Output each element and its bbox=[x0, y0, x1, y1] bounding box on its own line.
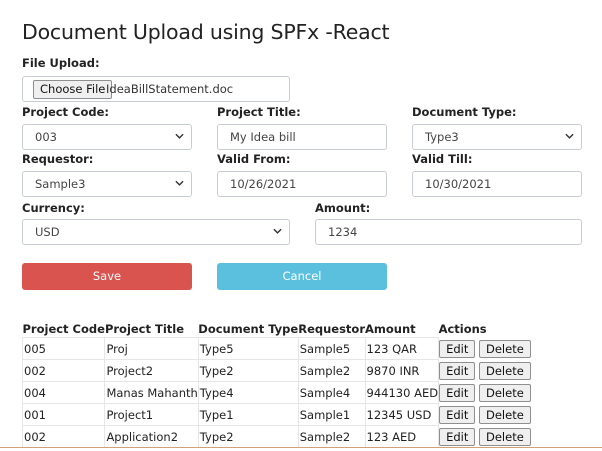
column-header-requestor: Requestor bbox=[298, 321, 366, 336]
document-type-label: Document Type: bbox=[412, 105, 517, 119]
requestor-label: Requestor: bbox=[22, 152, 94, 166]
table-header-row: Project Code Project Title Document Type… bbox=[23, 320, 533, 338]
edit-button[interactable]: Edit bbox=[439, 405, 476, 424]
valid-till-input[interactable]: 10/30/2021 bbox=[412, 171, 582, 197]
column-header-amount: Amount bbox=[365, 321, 416, 336]
currency-label: Currency: bbox=[22, 201, 85, 215]
project-title-value: My Idea bill bbox=[230, 130, 296, 144]
document-type-select[interactable]: Type3 bbox=[412, 124, 582, 150]
cell-document-type: Type4 bbox=[197, 381, 299, 404]
amount-value: 1234 bbox=[328, 225, 358, 239]
save-button[interactable]: Save bbox=[22, 263, 192, 290]
edit-button[interactable]: Edit bbox=[439, 361, 476, 380]
chevron-down-icon bbox=[175, 180, 184, 186]
cell-amount: 123 AED bbox=[364, 425, 440, 448]
selected-file-name: IdeaBillStatement.doc bbox=[106, 82, 234, 96]
chevron-down-icon bbox=[565, 133, 574, 139]
cell-actions: Edit Delete bbox=[439, 426, 533, 448]
bottom-divider bbox=[0, 447, 602, 448]
amount-label: Amount: bbox=[315, 201, 371, 215]
cell-actions: Edit Delete bbox=[439, 360, 533, 382]
table-row: 005 Proj Type5 Sample5 123 QAR Edit Dele… bbox=[21, 337, 533, 360]
column-header-actions: Actions bbox=[438, 321, 487, 336]
cell-project-code: 004 bbox=[21, 381, 106, 404]
cell-document-type: Type2 bbox=[197, 425, 299, 448]
choose-file-button[interactable]: Choose File bbox=[33, 80, 113, 99]
column-header-project-title: Project Title bbox=[104, 321, 185, 336]
cell-requestor: Sample4 bbox=[297, 381, 366, 404]
cell-requestor: Sample2 bbox=[297, 425, 366, 448]
table-row: 002 Project2 Type2 Sample2 9870 INR Edit… bbox=[21, 359, 533, 382]
cell-actions: Edit Delete bbox=[439, 404, 533, 426]
cell-project-title: Project1 bbox=[104, 403, 199, 426]
cell-project-title: Proj bbox=[104, 337, 199, 360]
cell-actions: Edit Delete bbox=[439, 382, 533, 404]
edit-button[interactable]: Edit bbox=[439, 339, 476, 358]
cell-requestor: Sample2 bbox=[297, 359, 366, 382]
cell-project-code: 005 bbox=[21, 337, 106, 360]
file-upload-input[interactable]: Choose File IdeaBillStatement.doc bbox=[22, 76, 290, 102]
cell-amount: 9870 INR bbox=[364, 359, 440, 382]
valid-from-input[interactable]: 10/26/2021 bbox=[217, 171, 387, 197]
cell-amount: 123 QAR bbox=[364, 337, 440, 360]
delete-button[interactable]: Delete bbox=[479, 383, 531, 402]
project-title-label: Project Title: bbox=[217, 105, 301, 119]
column-header-document-type: Document Type bbox=[198, 321, 299, 336]
cell-amount: 944130 AED bbox=[364, 381, 440, 404]
chevron-down-icon bbox=[175, 133, 184, 139]
valid-from-value: 10/26/2021 bbox=[230, 177, 297, 191]
project-code-value: 003 bbox=[35, 130, 57, 144]
delete-button[interactable]: Delete bbox=[479, 405, 531, 424]
valid-till-value: 10/30/2021 bbox=[425, 177, 492, 191]
requestor-select[interactable]: Sample3 bbox=[22, 171, 192, 197]
edit-button[interactable]: Edit bbox=[439, 383, 476, 402]
cell-actions: Edit Delete bbox=[439, 338, 533, 360]
cell-requestor: Sample1 bbox=[297, 403, 366, 426]
cell-amount: 12345 USD bbox=[364, 403, 440, 426]
edit-button[interactable]: Edit bbox=[439, 427, 476, 446]
column-header-project-code: Project Code bbox=[22, 321, 105, 336]
chevron-down-icon bbox=[273, 228, 282, 234]
cell-requestor: Sample5 bbox=[297, 337, 366, 360]
cell-project-title: Project2 bbox=[104, 359, 199, 382]
table-row: 002 Application2 Type2 Sample2 123 AED E… bbox=[21, 425, 533, 448]
cell-project-code: 002 bbox=[21, 425, 106, 448]
cell-project-title: Application2 bbox=[104, 425, 199, 448]
project-title-input[interactable]: My Idea bill bbox=[217, 124, 387, 150]
table-row: 004 Manas Mahanth Type4 Sample4 944130 A… bbox=[21, 381, 533, 404]
cell-project-title: Manas Mahanth bbox=[104, 381, 199, 404]
file-upload-label: File Upload: bbox=[22, 56, 100, 70]
project-code-select[interactable]: 003 bbox=[22, 124, 192, 150]
document-type-value: Type3 bbox=[425, 130, 459, 144]
delete-button[interactable]: Delete bbox=[479, 339, 531, 358]
delete-button[interactable]: Delete bbox=[479, 427, 531, 446]
cell-document-type: Type5 bbox=[197, 337, 299, 360]
table-row: 001 Project1 Type1 Sample1 12345 USD Edi… bbox=[21, 403, 533, 426]
documents-table: Project Code Project Title Document Type… bbox=[21, 320, 533, 448]
cell-document-type: Type1 bbox=[197, 403, 299, 426]
project-code-label: Project Code: bbox=[22, 105, 110, 119]
requestor-value: Sample3 bbox=[35, 177, 86, 191]
currency-select[interactable]: USD bbox=[22, 219, 290, 245]
amount-input[interactable]: 1234 bbox=[315, 219, 582, 245]
valid-till-label: Valid Till: bbox=[412, 152, 473, 166]
cell-project-code: 002 bbox=[21, 359, 106, 382]
cancel-button[interactable]: Cancel bbox=[217, 263, 387, 290]
valid-from-label: Valid From: bbox=[217, 152, 291, 166]
page-title: Document Upload using SPFx -React bbox=[22, 20, 390, 44]
currency-value: USD bbox=[35, 225, 60, 239]
cell-project-code: 001 bbox=[21, 403, 106, 426]
delete-button[interactable]: Delete bbox=[479, 361, 531, 380]
cell-document-type: Type2 bbox=[197, 359, 299, 382]
